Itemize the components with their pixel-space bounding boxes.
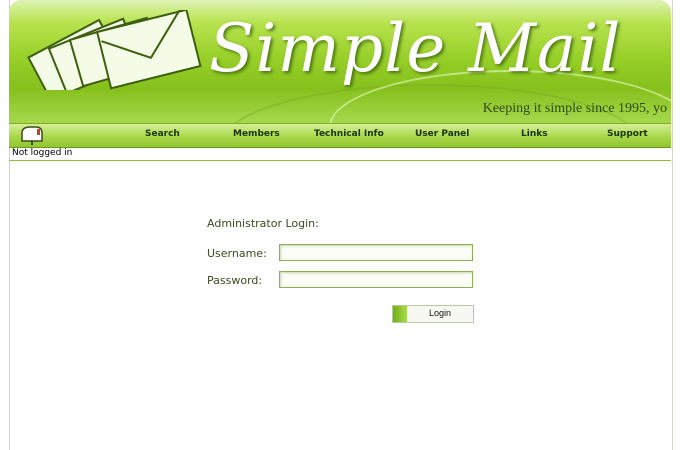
envelopes-logo-icon bbox=[27, 10, 202, 90]
nav-item-support[interactable]: Support bbox=[607, 129, 648, 139]
button-accent bbox=[393, 306, 407, 322]
login-heading: Administrator Login: bbox=[207, 217, 319, 230]
password-input[interactable] bbox=[279, 271, 473, 288]
login-button-label: Login bbox=[428, 308, 452, 318]
nav-item-members[interactable]: Members bbox=[233, 129, 280, 139]
site-tagline: Keeping it simple since 1995, yo bbox=[482, 101, 667, 116]
password-label: Password: bbox=[207, 274, 263, 287]
username-input[interactable] bbox=[279, 244, 473, 261]
site-title: Simple Mail bbox=[209, 10, 622, 87]
login-button[interactable]: Login bbox=[392, 305, 474, 323]
divider bbox=[9, 160, 671, 161]
username-label: Username: bbox=[207, 247, 267, 260]
nav-item-technical-info[interactable]: Technical Info bbox=[314, 129, 384, 139]
nav-item-user-panel[interactable]: User Panel bbox=[415, 129, 469, 139]
login-status: Not logged in bbox=[12, 148, 73, 158]
mailbox-icon[interactable] bbox=[19, 125, 45, 145]
nav-bar: Search Members Technical Info User Panel… bbox=[9, 123, 671, 148]
nav-item-links[interactable]: Links bbox=[521, 129, 548, 139]
site-header: Simple Mail Keeping it simple since 1995… bbox=[9, 0, 671, 123]
nav-item-search[interactable]: Search bbox=[145, 129, 180, 139]
